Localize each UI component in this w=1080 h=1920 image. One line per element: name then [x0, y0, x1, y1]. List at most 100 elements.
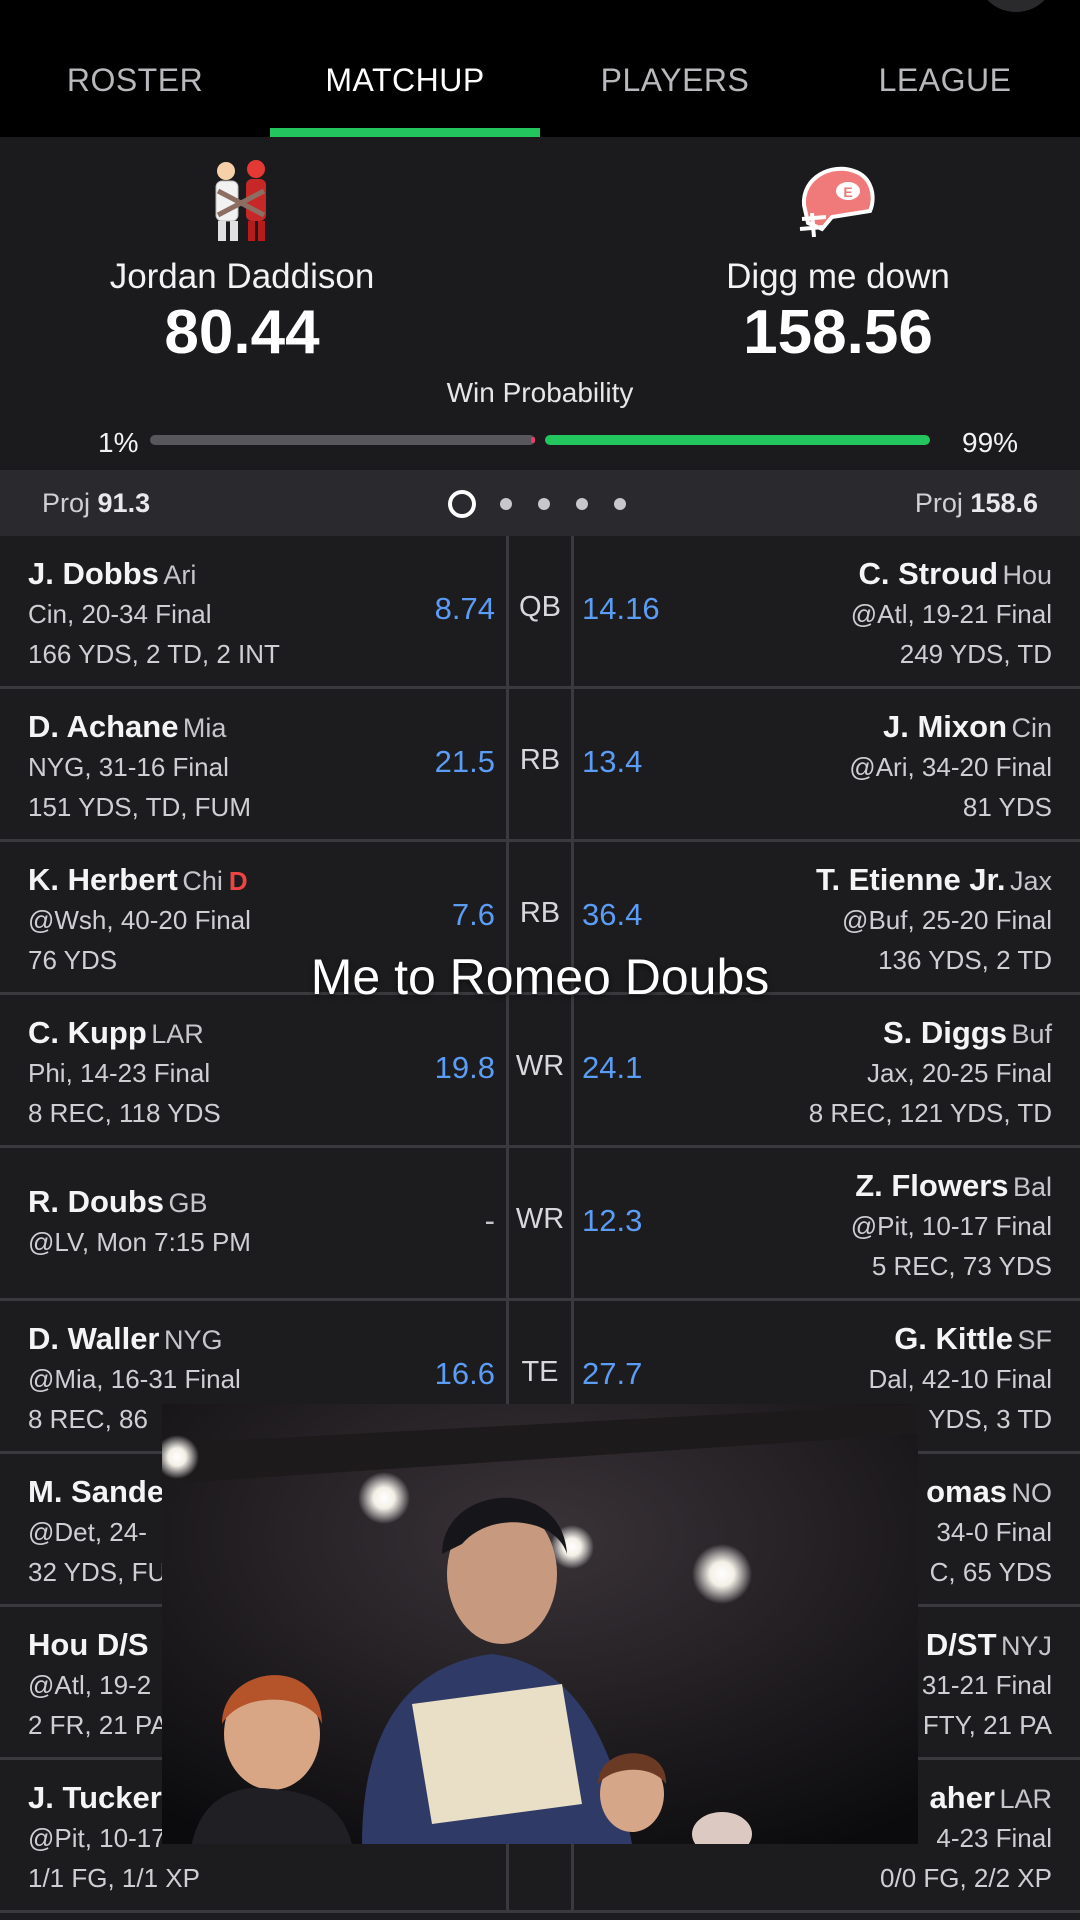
home-player-score: 16.6	[434, 1356, 495, 1391]
player-name: K. Herbert	[28, 862, 178, 897]
home-player-score: 21.5	[434, 744, 495, 779]
position-label: WR	[515, 1050, 565, 1082]
home-proj-value: 91.3	[97, 488, 151, 518]
home-win-pct: 1%	[98, 427, 139, 458]
game-info: Dal, 42-10 Final	[868, 1364, 1052, 1394]
page-dot[interactable]	[576, 498, 588, 510]
lineup-row[interactable]: D. Achane Mia NYG, 31-16 Final 151 YDS, …	[0, 689, 1080, 842]
game-info: NYG, 31-16 Final	[28, 752, 229, 782]
lineup-row[interactable]: J. Dobbs Ari Cin, 20-34 Final 166 YDS, 2…	[0, 536, 1080, 689]
away-player[interactable]: J. Mixon Cin @Ari, 34-20 Final 81 YDS	[592, 709, 1052, 825]
tab-players[interactable]: PLAYERS	[540, 62, 810, 106]
home-player-score: 19.8	[434, 1050, 495, 1085]
player-stats: 8 REC, 118 YDS	[28, 1098, 221, 1128]
away-projection: Proj 158.6	[915, 488, 1038, 519]
game-info: @Atl, 19-21 Final	[850, 599, 1052, 629]
player-name: aher	[929, 1780, 996, 1815]
video-caption: Me to Romeo Doubs	[310, 949, 770, 1005]
player-team: NYJ	[1000, 1631, 1052, 1661]
player-name: D. Waller	[28, 1321, 160, 1356]
player-team: SF	[1017, 1325, 1052, 1355]
player-team: NO	[1011, 1478, 1053, 1508]
player-team: NYG	[163, 1325, 223, 1355]
page-dot-active[interactable]	[448, 490, 476, 518]
away-win-pct: 99%	[962, 427, 1019, 458]
lineup-row[interactable]: C. Kupp LAR Phi, 14-23 Final 8 REC, 118 …	[0, 995, 1080, 1148]
home-proj-label: Proj	[42, 488, 91, 518]
player-name: omas	[926, 1474, 1008, 1509]
position-label: QB	[519, 591, 561, 623]
game-info: Cin, 20-34 Final	[28, 599, 212, 629]
home-win-bar-fill	[531, 437, 535, 443]
home-win-bar	[150, 435, 535, 445]
away-team-score: 158.56	[743, 298, 933, 367]
away-team-name: Digg me down	[726, 257, 950, 296]
position-label: RB	[519, 744, 561, 776]
home-player[interactable]: J. Dobbs Ari Cin, 20-34 Final 166 YDS, 2…	[28, 556, 488, 672]
player-name: J. Dobbs	[28, 556, 159, 591]
game-info: @Pit, 10-17 Final	[850, 1211, 1052, 1241]
game-info: @LV, Mon 7:15 PM	[28, 1227, 251, 1257]
tab-roster[interactable]: ROSTER	[0, 62, 270, 106]
svg-text:E: E	[843, 184, 852, 200]
page-indicator[interactable]	[448, 490, 648, 518]
lineup-row[interactable]: R. Doubs GB @LV, Mon 7:15 PM - WR 12.3 Z…	[0, 1148, 1080, 1301]
player-team: Hou	[1002, 560, 1052, 590]
home-player[interactable]: D. Achane Mia NYG, 31-16 Final 151 YDS, …	[28, 709, 488, 825]
player-stats: 0/0 FG, 2/2 XP	[880, 1863, 1052, 1893]
player-team: Chi	[182, 866, 223, 896]
page-dot[interactable]	[500, 498, 512, 510]
away-player[interactable]: C. Stroud Hou @Atl, 19-21 Final 249 YDS,…	[592, 556, 1052, 672]
player-team: GB	[168, 1188, 208, 1218]
player-name: R. Doubs	[28, 1184, 165, 1219]
player-stats: 249 YDS, TD	[899, 639, 1052, 669]
away-proj-value: 158.6	[970, 488, 1038, 518]
top-nav: ROSTER MATCHUP PLAYERS LEAGUE	[0, 0, 1080, 137]
home-team-score: 80.44	[164, 298, 320, 367]
page-dot[interactable]	[614, 498, 626, 510]
home-player[interactable]: R. Doubs GB @LV, Mon 7:15 PM	[28, 1184, 488, 1260]
game-info: Jax, 20-25 Final	[867, 1058, 1052, 1088]
player-team: Bal	[1012, 1172, 1052, 1202]
game-info: @Wsh, 40-20 Final	[28, 905, 251, 935]
home-projection: Proj 91.3	[42, 488, 150, 519]
win-probability-label: Win Probability	[446, 377, 634, 408]
profile-button[interactable]	[980, 0, 1052, 12]
football-helmet-icon[interactable]: E	[792, 157, 882, 247]
player-name: C. Kupp	[28, 1015, 147, 1050]
player-stats: 166 YDS, 2 TD, 2 INT	[28, 639, 280, 669]
player-name: T. Etienne Jr.	[816, 862, 1006, 897]
position-label: WR	[515, 1203, 565, 1235]
active-tab-indicator	[270, 128, 540, 137]
player-team: Ari	[163, 560, 197, 590]
player-team: Jax	[1009, 866, 1052, 896]
player-name: Hou D/S	[28, 1627, 149, 1662]
tab-matchup[interactable]: MATCHUP	[270, 62, 540, 106]
video-still-icon[interactable]	[162, 1404, 918, 1844]
player-name: G. Kittle	[894, 1321, 1014, 1356]
player-team: LAR	[999, 1784, 1052, 1814]
game-info: @Buf, 25-20 Final	[842, 905, 1052, 935]
player-team: LAR	[151, 1019, 204, 1049]
tab-league[interactable]: LEAGUE	[810, 62, 1080, 106]
position-label: RB	[519, 897, 561, 929]
player-name: C. Stroud	[858, 556, 999, 591]
page-dot[interactable]	[538, 498, 550, 510]
player-name: D/ST	[925, 1627, 997, 1662]
player-stats: 5 REC, 73 YDS	[871, 1251, 1052, 1281]
player-stats: 1/1 FG, 1/1 XP	[28, 1863, 200, 1893]
game-info: @Ari, 34-20 Final	[849, 752, 1052, 782]
away-player[interactable]: S. Diggs Buf Jax, 20-25 Final 8 REC, 121…	[592, 1015, 1052, 1131]
player-illustration-icon[interactable]	[198, 157, 288, 247]
matchup-header: E Jordan Daddison 80.44 Digg me down 158…	[0, 137, 1080, 470]
player-stats: 81 YDS	[962, 792, 1052, 822]
player-name: M. Sande	[28, 1474, 165, 1509]
home-player[interactable]: C. Kupp LAR Phi, 14-23 Final 8 REC, 118 …	[28, 1015, 488, 1131]
player-name: J. Tucker	[28, 1780, 162, 1815]
home-player-score: -	[484, 1203, 495, 1238]
player-stats: 8 REC, 121 YDS, TD	[808, 1098, 1052, 1128]
player-name: Z. Flowers	[855, 1168, 1009, 1203]
home-player-score: 7.6	[451, 897, 495, 932]
away-player[interactable]: Z. Flowers Bal @Pit, 10-17 Final 5 REC, …	[592, 1168, 1052, 1284]
away-win-bar	[545, 435, 930, 445]
